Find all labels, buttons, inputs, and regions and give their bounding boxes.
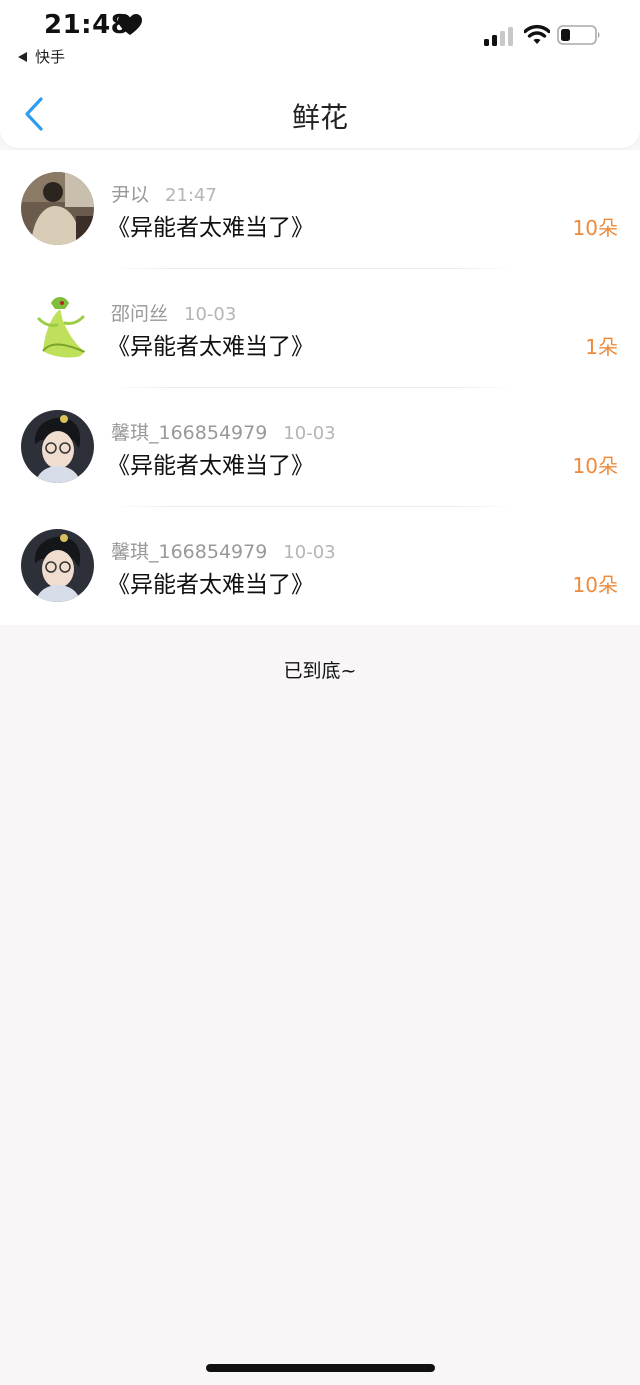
home-indicator[interactable] — [206, 1364, 435, 1372]
avatar[interactable] — [21, 410, 94, 483]
book-title: 《异能者太难当了》 — [107, 334, 314, 360]
sender-name: 馨琪_166854979 10-03 — [111, 541, 336, 563]
heart-icon — [118, 14, 142, 35]
back-app-label: 快手 — [35, 48, 66, 66]
book-title: 《异能者太难当了》 — [107, 215, 314, 241]
top-header: 21:48 快手 鲜花 — [0, 0, 640, 148]
sender-name: 邵问丝 10-03 — [111, 303, 237, 325]
book-title: 《异能者太难当了》 — [107, 572, 314, 598]
back-triangle-icon — [18, 51, 27, 62]
battery-icon — [557, 25, 600, 45]
status-time: 21:48 — [44, 10, 130, 40]
end-of-list-text: 已到底~ — [283, 660, 357, 682]
book-title: 《异能者太难当了》 — [107, 453, 314, 479]
list-item[interactable]: 尹以 21:47 《异能者太难当了》 10朵 — [0, 150, 640, 269]
flower-count: 10朵 — [572, 216, 618, 240]
avatar[interactable] — [21, 172, 94, 245]
flower-count: 1朵 — [585, 335, 618, 359]
send-time: 10-03 — [283, 542, 336, 563]
send-time: 10-03 — [283, 423, 336, 444]
flower-count: 10朵 — [572, 454, 618, 478]
list-item[interactable]: 邵问丝 10-03 《异能者太难当了》 1朵 — [0, 269, 640, 388]
sender-name: 馨琪_166854979 10-03 — [111, 422, 336, 444]
sender-name: 尹以 21:47 — [111, 184, 217, 206]
page-title: 鲜花 — [291, 101, 348, 134]
list-item[interactable]: 馨琪_166854979 10-03 《异能者太难当了》 10朵 — [0, 388, 640, 507]
gift-flower-list: 尹以 21:47 《异能者太难当了》 10朵 邵问丝 10-03 《异能者太难当了》… — [0, 150, 640, 625]
send-time: 10-03 — [184, 304, 237, 325]
list-item[interactable]: 馨琪_166854979 10-03 《异能者太难当了》 10朵 — [0, 507, 640, 626]
back-to-app-link[interactable]: 快手 — [18, 46, 65, 67]
avatar[interactable] — [21, 529, 94, 602]
avatar[interactable] — [21, 291, 94, 364]
send-time: 21:47 — [165, 185, 217, 206]
cellular-signal-icon — [484, 27, 513, 46]
wifi-icon — [524, 24, 550, 44]
flower-count: 10朵 — [572, 573, 618, 597]
